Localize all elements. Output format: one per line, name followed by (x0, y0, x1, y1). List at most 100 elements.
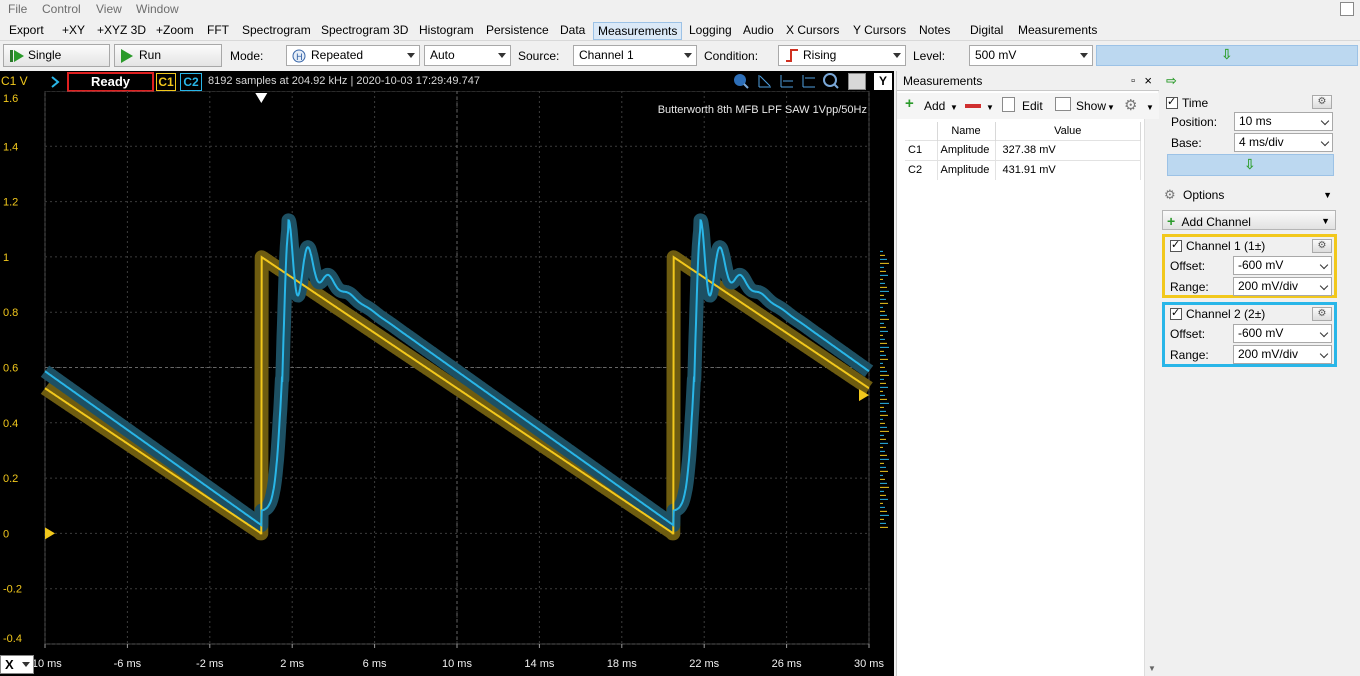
tab-zoom[interactable]: +Zoom (152, 22, 198, 40)
rising-edge-icon (786, 49, 798, 62)
add-measurement-button[interactable]: Add (924, 99, 945, 113)
waveform-plot[interactable]: 1.61.41.210.80.60.40.20-0.2-0.4-10 ms -6 … (0, 91, 894, 676)
ch1-range-select[interactable]: 200 mV/div (1233, 277, 1332, 296)
run-button[interactable]: Run (114, 44, 222, 67)
position-select[interactable]: 10 ms (1234, 112, 1333, 131)
channel-1-offset-marker (45, 527, 55, 540)
table-header: Name Value (905, 122, 1141, 140)
gear-icon[interactable]: ⚙ (1312, 95, 1332, 109)
ch1-offset-select[interactable]: -600 mV (1233, 256, 1332, 275)
remove-icon[interactable] (965, 104, 981, 108)
tab-notes[interactable]: Notes (915, 22, 954, 40)
y-tick-label: 0.4 (3, 418, 18, 430)
chevron-down-icon[interactable]: ▼ (986, 103, 994, 112)
x-tick-label: -2 ms (196, 658, 224, 670)
row-channel: C1 (905, 139, 938, 160)
menu-file[interactable]: File (8, 2, 27, 16)
tab-digital[interactable]: Digital (966, 22, 1007, 40)
channel-1-toggle[interactable]: Channel 1 (1±) (1170, 238, 1265, 253)
chevron-down-icon (1319, 328, 1329, 338)
ch2-offset-select[interactable]: -600 mV (1233, 324, 1332, 343)
mode-select[interactable]: H Repeated (286, 45, 420, 66)
window-restore-button[interactable] (1340, 2, 1354, 16)
apply-trigger-button[interactable]: ⇩ (1096, 45, 1358, 66)
tab-fft[interactable]: FFT (203, 22, 233, 40)
channel-2-toggle[interactable]: Channel 2 (2±) (1170, 306, 1265, 321)
row-value: 431.91 mV (995, 159, 1141, 180)
condition-label: Condition: (704, 49, 759, 63)
tab-persistence[interactable]: Persistence (482, 22, 553, 40)
arrow-down-icon: ⇩ (1221, 46, 1233, 62)
scroll-down-icon[interactable]: ▼ (1148, 664, 1156, 673)
chevron-down-icon[interactable]: ▼ (1146, 103, 1154, 112)
tab-xyz-3d[interactable]: +XYZ 3D (93, 22, 150, 40)
options-button[interactable]: ⚙ Options ▼ (1164, 185, 1336, 205)
gear-icon[interactable]: ⚙ (1124, 96, 1137, 114)
auto-select[interactable]: Auto (424, 45, 511, 66)
plus-icon: + (1167, 213, 1176, 229)
tab-export[interactable]: Export (5, 22, 48, 40)
close-icon[interactable]: × (1144, 71, 1152, 91)
single-button[interactable]: Single (3, 44, 110, 67)
y-tick-label: 1.6 (3, 93, 18, 105)
edit-button[interactable]: Edit (1022, 99, 1043, 113)
x-axis-button[interactable]: X (0, 655, 34, 674)
source-select[interactable]: Channel 1 (573, 45, 697, 66)
table-row[interactable]: C2 Amplitude 431.91 mV (905, 159, 1141, 180)
scope-header: C1 V Ready C1 C2 8192 samples at 204.92 … (0, 71, 894, 92)
base-select[interactable]: 4 ms/div (1234, 133, 1333, 152)
settings-gear-icon[interactable] (848, 73, 866, 90)
level-select[interactable]: 500 mV (969, 45, 1093, 66)
tab-measurements-2[interactable]: Measurements (1014, 22, 1101, 40)
chevron-down-icon (684, 53, 692, 58)
channel-1-badge[interactable]: C1 (156, 73, 176, 91)
source-value: Channel 1 (579, 48, 634, 62)
measurements-title: Measurements ▫ × (897, 71, 1159, 91)
options-label: Options (1183, 188, 1225, 202)
name-column-header[interactable]: Name (937, 122, 996, 140)
tab-spectrogram-3d[interactable]: Spectrogram 3D (317, 22, 412, 40)
condition-select[interactable]: Rising (778, 45, 906, 66)
y-axis-title: C1 V (1, 74, 28, 88)
tab-audio[interactable]: Audio (739, 22, 778, 40)
show-button[interactable]: Show (1076, 99, 1106, 113)
chevron-down-icon (22, 662, 30, 667)
x-tick-label: -6 ms (114, 658, 142, 670)
add-channel-button[interactable]: + Add Channel ▼ (1162, 210, 1336, 230)
row-name: Amplitude (937, 159, 996, 180)
tab-x-cursors[interactable]: X Cursors (782, 22, 843, 40)
channel-1-group: Channel 1 (1±) ⚙ Offset: -600 mV Range: … (1162, 234, 1337, 298)
capture-info: 8192 samples at 204.92 kHz | 2020-10-03 … (208, 75, 480, 87)
menu-window[interactable]: Window (136, 2, 179, 16)
arrow-right-icon[interactable]: ⇨ (1166, 73, 1177, 89)
tab-logging[interactable]: Logging (685, 22, 736, 40)
y-tick-label: 0.6 (3, 363, 18, 375)
chevron-down-icon (407, 53, 415, 58)
tab-spectrogram[interactable]: Spectrogram (238, 22, 315, 40)
gear-icon[interactable]: ⚙ (1312, 239, 1332, 253)
tab-xy[interactable]: +XY (58, 22, 89, 40)
tab-y-cursors[interactable]: Y Cursors (849, 22, 910, 40)
table-row[interactable]: C1 Amplitude 327.38 mV (905, 139, 1141, 160)
tab-data[interactable]: Data (556, 22, 589, 40)
time-toggle[interactable]: Time (1166, 95, 1208, 110)
chevron-down-icon[interactable]: ▼ (1107, 103, 1115, 112)
tab-histogram[interactable]: Histogram (415, 22, 478, 40)
chevron-down-icon[interactable]: ▼ (950, 103, 958, 112)
float-window-icon[interactable]: ▫ (1131, 71, 1135, 91)
mode-value: Repeated (311, 48, 364, 62)
gear-icon[interactable]: ⚙ (1312, 307, 1332, 321)
channel-2-badge[interactable]: C2 (180, 73, 202, 91)
apply-time-button[interactable]: ⇩ (1167, 154, 1334, 176)
ch1-offset-value: -600 mV (1238, 258, 1284, 272)
vertical-scrollbar[interactable]: ▼ (1144, 119, 1159, 676)
ch2-range-select[interactable]: 200 mV/div (1233, 345, 1332, 364)
oscilloscope-view[interactable]: C1 V Ready C1 C2 8192 samples at 204.92 … (0, 71, 894, 676)
menu-control[interactable]: Control (42, 2, 81, 16)
y-axis-button[interactable]: Y (874, 73, 892, 90)
trigger-toolbar: Single Run Mode: H Repeated Auto Source:… (0, 42, 1360, 69)
tab-measurements[interactable]: Measurements (593, 22, 683, 40)
menu-view[interactable]: View (96, 2, 122, 16)
value-column-header[interactable]: Value (995, 122, 1141, 140)
row-channel: C2 (905, 159, 938, 180)
